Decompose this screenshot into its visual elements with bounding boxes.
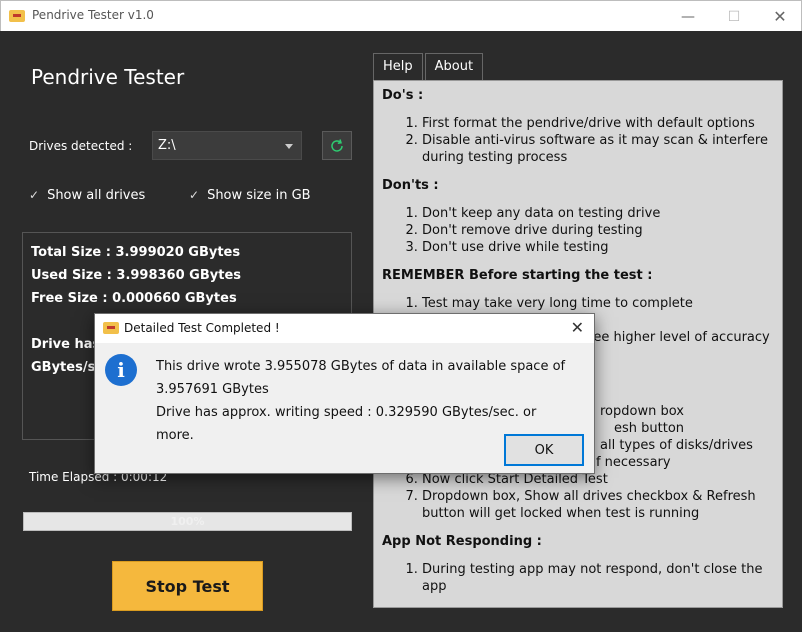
show-all-drives-checkbox[interactable]: ✓ Show all drives bbox=[29, 188, 145, 203]
drives-detected-label: Drives detected : bbox=[29, 139, 133, 153]
dialog-title: Detailed Test Completed ! bbox=[124, 321, 280, 335]
dos-heading: Do's : bbox=[382, 88, 424, 103]
window-title: Pendrive Tester v1.0 bbox=[32, 8, 154, 22]
app-icon bbox=[9, 10, 25, 22]
list-item: First format the pendrive/drive with def… bbox=[422, 115, 774, 132]
list-item: During testing app may not respond, don'… bbox=[422, 561, 774, 595]
show-size-gb-checkbox[interactable]: ✓ Show size in GB bbox=[189, 188, 311, 203]
show-all-drives-label: Show all drives bbox=[47, 188, 146, 203]
list-item: Don't use drive while testing bbox=[422, 239, 774, 256]
donts-heading: Don'ts : bbox=[382, 178, 439, 193]
donts-list: Don't keep any data on testing drive Don… bbox=[422, 205, 774, 256]
test-completed-dialog: Detailed Test Completed ! ✕ i This drive… bbox=[94, 313, 595, 474]
stop-test-button[interactable]: Stop Test bbox=[112, 561, 263, 611]
refresh-icon bbox=[331, 138, 343, 152]
tab-about[interactable]: About bbox=[424, 53, 484, 80]
list-item: Disable anti-virus software as it may sc… bbox=[422, 132, 774, 166]
close-button[interactable]: ✕ bbox=[757, 1, 802, 32]
check-icon: ✓ bbox=[29, 188, 40, 202]
refresh-button[interactable] bbox=[322, 131, 352, 160]
progress-bar: 100% bbox=[23, 512, 352, 531]
dialog-line-1: This drive wrote 3.955078 GBytes of data… bbox=[156, 359, 566, 374]
check-icon: ✓ bbox=[189, 188, 200, 202]
total-size-text: Total Size : 3.999020 GBytes bbox=[31, 245, 241, 260]
used-size-text: Used Size : 3.998360 GBytes bbox=[31, 268, 241, 283]
free-size-text: Free Size : 0.000660 GBytes bbox=[31, 291, 237, 306]
show-size-gb-label: Show size in GB bbox=[207, 188, 311, 203]
dialog-titlebar: Detailed Test Completed ! ✕ bbox=[95, 314, 594, 343]
remember-heading: REMEMBER Before starting the test : bbox=[382, 268, 653, 283]
app-title: Pendrive Tester bbox=[31, 65, 185, 89]
progress-label: 100% bbox=[170, 515, 205, 528]
minimize-button[interactable]: — bbox=[665, 1, 711, 32]
not-responding-heading: App Not Responding : bbox=[382, 534, 542, 549]
tab-bar: Help About bbox=[373, 53, 485, 80]
app-icon bbox=[103, 322, 119, 334]
drive-dropdown[interactable]: Z:\ bbox=[152, 131, 302, 160]
list-item: Test may take very long time to complete bbox=[422, 295, 774, 312]
list-item: Don't keep any data on testing drive bbox=[422, 205, 774, 222]
dialog-line-2: 3.957691 GBytes bbox=[156, 382, 269, 397]
info-icon: i bbox=[105, 354, 137, 386]
chevron-down-icon bbox=[285, 144, 293, 149]
ok-button[interactable]: OK bbox=[504, 434, 584, 466]
list-item: Don't remove drive during testing bbox=[422, 222, 774, 239]
drive-dropdown-value: Z:\ bbox=[158, 138, 176, 153]
window-titlebar: Pendrive Tester v1.0 — ☐ ✕ bbox=[0, 0, 802, 31]
maximize-button[interactable]: ☐ bbox=[711, 1, 757, 32]
tab-help[interactable]: Help bbox=[373, 53, 423, 80]
dialog-close-button[interactable]: ✕ bbox=[571, 318, 584, 337]
not-responding-list: During testing app may not respond, don'… bbox=[422, 561, 774, 595]
dos-list: First format the pendrive/drive with def… bbox=[422, 115, 774, 166]
list-item: Dropdown box, Show all drives checkbox &… bbox=[422, 488, 774, 522]
